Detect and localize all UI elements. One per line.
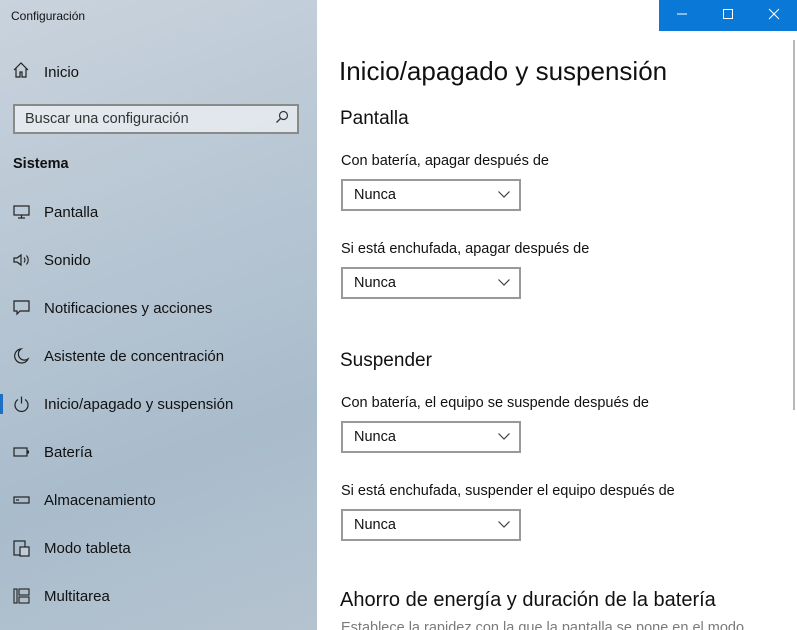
- sidebar-item-label: Asistente de concentración: [44, 347, 225, 365]
- home-icon: [12, 61, 30, 84]
- search-input[interactable]: [25, 111, 265, 127]
- sleep-plugged-label: Si está enchufada, suspender el equipo d…: [341, 483, 675, 499]
- dropdown-value: Nunca: [354, 429, 396, 445]
- sidebar-item-modo-tableta[interactable]: Modo tableta: [0, 533, 317, 563]
- tablet-icon: [12, 539, 32, 557]
- moon-icon: [12, 347, 32, 365]
- sidebar-item-notificaciones[interactable]: Notificaciones y acciones: [0, 293, 317, 323]
- minimize-icon: [676, 7, 688, 25]
- screen-battery-label: Con batería, apagar después de: [341, 153, 549, 169]
- search-icon[interactable]: [275, 110, 289, 129]
- sidebar-item-multitarea[interactable]: Multitarea: [0, 581, 317, 611]
- dropdown-value: Nunca: [354, 275, 396, 291]
- sidebar-item-label: Batería: [44, 443, 93, 461]
- sidebar-item-asistente[interactable]: Asistente de concentración: [0, 341, 317, 371]
- maximize-icon: [722, 7, 734, 25]
- window-controls: [659, 0, 797, 31]
- chevron-down-icon: [497, 274, 511, 292]
- section-heading-pantalla: Pantalla: [340, 108, 409, 129]
- monitor-icon: [12, 203, 32, 221]
- notification-icon: [12, 299, 32, 317]
- sleep-plugged-dropdown[interactable]: Nunca: [341, 509, 521, 541]
- app-title: Configuración: [11, 9, 86, 23]
- sidebar-item-label: Almacenamiento: [44, 491, 156, 509]
- multitask-icon: [12, 587, 32, 605]
- chevron-down-icon: [497, 428, 511, 446]
- sidebar-item-sonido[interactable]: Sonido: [0, 245, 317, 275]
- home-label: Inicio: [44, 63, 80, 81]
- sidebar-item-label: Modo tableta: [44, 539, 131, 557]
- sidebar-item-almacenamiento[interactable]: Almacenamiento: [0, 485, 317, 515]
- sidebar-item-label: Multitarea: [44, 587, 110, 605]
- sleep-battery-dropdown[interactable]: Nunca: [341, 421, 521, 453]
- search-box[interactable]: [13, 104, 299, 134]
- sidebar: Configuración Inicio Sistema Pantalla So…: [0, 0, 317, 630]
- storage-icon: [12, 491, 32, 509]
- section-heading-ahorro-energia: Ahorro de energía y duración de la bater…: [340, 589, 716, 611]
- close-button[interactable]: [751, 0, 797, 31]
- chevron-down-icon: [497, 186, 511, 204]
- minimize-button[interactable]: [659, 0, 705, 31]
- sleep-battery-label: Con batería, el equipo se suspende despu…: [341, 395, 649, 411]
- maximize-button[interactable]: [705, 0, 751, 31]
- scrollbar[interactable]: [793, 40, 795, 410]
- nav-home[interactable]: Inicio: [12, 60, 79, 84]
- sidebar-item-bateria[interactable]: Batería: [0, 437, 317, 467]
- page-title: Inicio/apagado y suspensión: [339, 56, 668, 86]
- dropdown-value: Nunca: [354, 187, 396, 203]
- close-icon: [768, 7, 780, 25]
- speaker-icon: [12, 251, 32, 269]
- energy-description: Establece la rapidez con la que la panta…: [341, 620, 745, 630]
- dropdown-value: Nunca: [354, 517, 396, 533]
- section-heading-suspender: Suspender: [340, 350, 432, 371]
- screen-plugged-label: Si está enchufada, apagar después de: [341, 241, 590, 257]
- power-icon: [12, 395, 32, 413]
- sidebar-item-label: Inicio/apagado y suspensión: [44, 395, 234, 413]
- sidebar-item-label: Notificaciones y acciones: [44, 299, 213, 317]
- main-content: Inicio/apagado y suspensión Pantalla Con…: [317, 0, 797, 630]
- sidebar-item-inicio-apagado[interactable]: Inicio/apagado y suspensión: [0, 389, 317, 419]
- chevron-down-icon: [497, 516, 511, 534]
- sidebar-item-label: Pantalla: [44, 203, 99, 221]
- screen-battery-dropdown[interactable]: Nunca: [341, 179, 521, 211]
- battery-icon: [12, 443, 32, 461]
- sidebar-item-label: Sonido: [44, 251, 91, 269]
- sidebar-item-pantalla[interactable]: Pantalla: [0, 197, 317, 227]
- screen-plugged-dropdown[interactable]: Nunca: [341, 267, 521, 299]
- section-title: Sistema: [13, 156, 69, 172]
